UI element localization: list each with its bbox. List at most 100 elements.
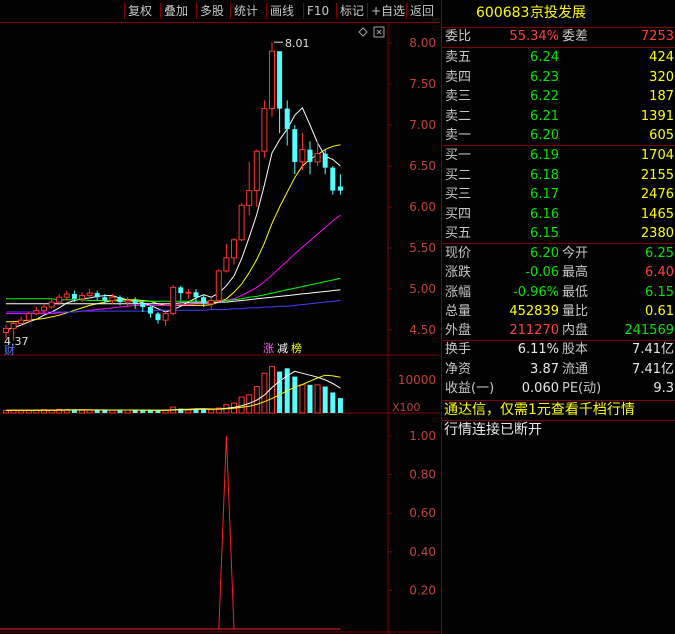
buy-level-volume: 1465 [640, 206, 674, 222]
volume-ma-line-0 [5, 370, 341, 411]
buy-level-label: 买二 [445, 167, 472, 183]
toolbar-button-3[interactable]: 统计 [234, 3, 258, 19]
candle-body [94, 293, 100, 298]
toolbar-button-4[interactable]: 画线 [270, 3, 294, 19]
quote-row: 卖四 6.23 320 [442, 68, 675, 88]
indicator-tick-label: 0.20 [409, 583, 436, 597]
quote-row: 总量 452839 量比 0.61 [442, 302, 675, 322]
quote-row: 买四 6.16 1465 [442, 205, 675, 225]
candle-body [3, 327, 9, 333]
toolbar-button-5[interactable]: F10 [307, 3, 329, 19]
quote-row: 卖三 6.22 187 [442, 87, 675, 107]
weicha-value: 7253 [640, 29, 674, 44]
volume-bar [155, 410, 161, 413]
weicha-label: 委差 [562, 29, 589, 44]
chart-area[interactable]: 8.007.507.006.506.005.505.004.508.014.37… [0, 0, 440, 634]
candle-body [322, 153, 328, 168]
buy-level-label: 买四 [445, 206, 472, 222]
fund-value-2: 9.3 [653, 381, 674, 396]
buy-level-volume: 2380 [640, 226, 674, 241]
expand-icon [358, 27, 368, 37]
buy-level-price: 6.15 [530, 226, 559, 241]
fund-label-2: 流通 [562, 361, 589, 377]
candle-body [124, 299, 131, 303]
toolbar-separator [196, 3, 197, 19]
volume-bar [292, 376, 298, 413]
buy-level-price: 6.18 [530, 167, 559, 183]
toolbar-button-8[interactable]: 返回 [410, 3, 434, 19]
stat-label-2: 内盘 [562, 323, 589, 339]
candle-body [292, 129, 298, 162]
sell-level-price: 6.21 [530, 108, 559, 124]
stat-value: 6.20 [530, 246, 559, 261]
toolbar-separator [406, 3, 407, 19]
quote-row: 换手 6.11% 股本 7.41亿 [442, 340, 675, 360]
candle-body [71, 293, 77, 299]
candle-body [277, 51, 283, 109]
volume-bar [147, 410, 153, 413]
quote-row: 净资 3.87 流通 7.41亿 [442, 360, 675, 380]
volume-bar [330, 392, 336, 413]
sell-level-volume: 320 [649, 69, 674, 85]
candle-body [337, 186, 343, 191]
quote-row: 卖二 6.21 1391 [442, 107, 675, 127]
sell-level-volume: 187 [649, 89, 674, 104]
stat-label: 现价 [445, 246, 472, 261]
candle-body [253, 150, 260, 192]
y-tick-label: 7.00 [409, 118, 436, 132]
toolbar-button-1[interactable]: 叠加 [164, 3, 188, 19]
volume-bar [79, 409, 85, 414]
notice-text[interactable]: 通达信，仅需1元查看千档行情 [444, 400, 635, 420]
quote-row: 涨跌 -0.06 最高 6.40 [442, 263, 675, 283]
toolbar-separator [266, 3, 267, 19]
fund-value: 6.11% [517, 342, 559, 357]
stat-value-2: 0.61 [645, 303, 674, 319]
sell-level-price: 6.22 [530, 89, 559, 104]
sell-level-label: 卖五 [445, 50, 472, 65]
toolbar-button-2[interactable]: 多股 [200, 3, 224, 19]
fund-value: 3.87 [530, 361, 559, 377]
candle-body [102, 297, 108, 301]
buy-level-price: 6.17 [530, 187, 559, 202]
quote-row: 买二 6.18 2155 [442, 166, 675, 186]
buy-level-volume: 2476 [640, 187, 674, 202]
fund-value: 0.060 [521, 381, 559, 396]
candle-body [48, 301, 55, 308]
stat-label: 涨幅 [445, 284, 472, 300]
volume-bar [132, 410, 138, 413]
toolbar-button-0[interactable]: 复权 [128, 3, 152, 19]
candle-body [231, 239, 237, 259]
volume-ma-line-1 [5, 374, 341, 411]
stat-value-2: 6.25 [645, 246, 674, 261]
candle-body [284, 108, 290, 130]
candle-body [208, 299, 215, 305]
indicator-tick-label: 0.80 [409, 468, 436, 482]
stat-label-2: 今开 [562, 246, 589, 261]
stat-label: 涨跌 [445, 265, 472, 281]
fund-label-2: 股本 [562, 342, 589, 357]
sell-level-volume: 424 [649, 50, 674, 65]
candle-body [314, 153, 321, 163]
toolbar-button-7[interactable]: +自选 [371, 3, 405, 19]
event-tag: 减 [277, 342, 288, 355]
y-tick-label: 4.50 [409, 323, 436, 337]
volume-bar [277, 371, 283, 413]
toolbar-button-6[interactable]: 标记 [340, 3, 364, 19]
stock-code: 600683 [476, 5, 530, 21]
stat-value-2: 6.40 [645, 265, 674, 281]
volume-bar [102, 410, 108, 413]
buy-level-label: 买五 [445, 226, 472, 241]
indicator-line [6, 435, 341, 630]
stat-label-2: 最低 [562, 284, 589, 300]
sell-level-label: 卖三 [445, 89, 472, 104]
y-tick-label: 5.50 [409, 241, 436, 255]
chart-toolbar: 复权 叠加 多股 统计 画线 F10 标记 +自选 返回 [0, 0, 440, 23]
stat-value: -0.06 [525, 265, 559, 281]
buy-level-price: 6.19 [530, 148, 559, 163]
stat-label: 外盘 [445, 323, 472, 339]
candle-body [178, 287, 184, 294]
sell-level-price: 6.23 [530, 69, 559, 85]
toolbar-separator [160, 3, 161, 19]
y-tick-label: 8.00 [409, 36, 436, 50]
stat-value: -0.96% [513, 284, 559, 300]
